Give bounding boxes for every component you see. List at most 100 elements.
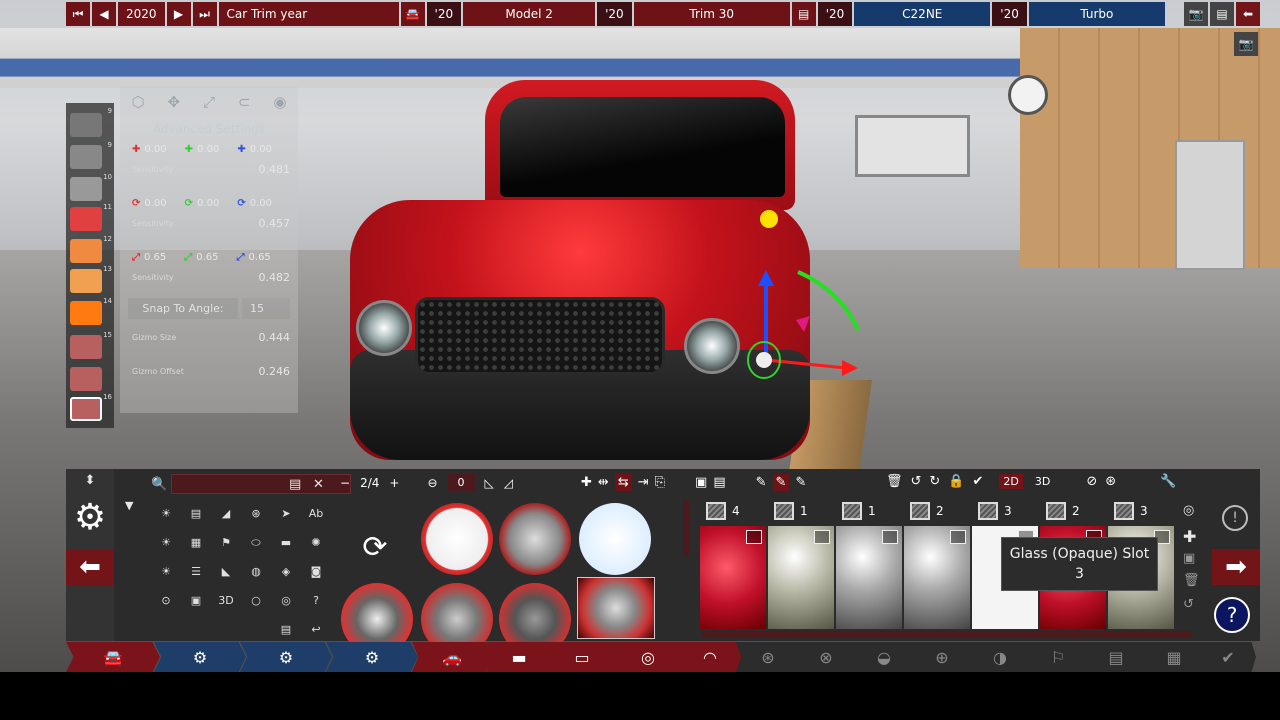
paste-icon[interactable]: ▤ xyxy=(713,475,725,490)
lamp-icon[interactable]: ◍ xyxy=(241,557,271,586)
fixture-thumb[interactable] xyxy=(70,269,102,293)
material-slot[interactable]: 1 xyxy=(770,500,834,522)
material-swatch[interactable] xyxy=(768,526,834,629)
next-page-icon[interactable]: + xyxy=(389,476,399,490)
light-link-icon[interactable]: ⊙ xyxy=(151,586,181,615)
save-slot-icon[interactable]: ▣ xyxy=(1183,551,1195,566)
burst-icon[interactable]: ✺ xyxy=(301,528,331,557)
shape-curve-icon[interactable]: ◺ xyxy=(485,476,494,490)
model-name[interactable]: Model 2 xyxy=(463,2,596,26)
settings-gear-icon[interactable]: ⚙ xyxy=(66,493,114,541)
move-z-value[interactable]: 0.00 xyxy=(250,144,272,155)
scale-x-value[interactable]: 0.65 xyxy=(144,252,166,263)
material-swatch[interactable] xyxy=(904,526,970,629)
fixture-thumb[interactable] xyxy=(70,207,102,231)
move-up-icon[interactable]: ⬍ xyxy=(66,473,114,488)
move-y-value[interactable]: 0.00 xyxy=(197,144,219,155)
offset-minus-icon[interactable]: ⊖ xyxy=(427,476,437,490)
car-model-icon[interactable]: 🚘 xyxy=(400,2,425,26)
move-cross-icon[interactable]: ✚ xyxy=(581,475,592,490)
texture-thumb[interactable] xyxy=(579,503,651,575)
fixture-thumbnail-list[interactable]: 9 9 10 11 12 13 14 15 16 xyxy=(66,103,114,428)
speaker-icon[interactable]: ◙ xyxy=(301,557,331,586)
mirror-icon[interactable]: ⇆ xyxy=(614,474,632,491)
view-2d-button[interactable]: 2D xyxy=(999,474,1023,489)
gizmo-offset-row[interactable]: Gizmo Offset 0.246 xyxy=(120,360,298,382)
headlamp-left[interactable] xyxy=(356,300,412,356)
transform-gizmo[interactable] xyxy=(740,260,880,390)
delete-slot-icon[interactable]: 🗑 xyxy=(1183,573,1200,588)
fixture-thumb[interactable] xyxy=(70,145,102,169)
align-icon[interactable]: ⇥ xyxy=(638,475,649,490)
help-icon[interactable]: ? xyxy=(1214,597,1250,633)
grid-icon[interactable]: ▦ xyxy=(181,528,211,557)
search-input[interactable] xyxy=(171,474,351,494)
material-slot[interactable]: 2 xyxy=(906,500,970,522)
bulb-icon[interactable]: ◢ xyxy=(211,499,241,528)
reset-slot-icon[interactable]: ↺ xyxy=(1183,597,1194,612)
material-slot[interactable]: 4 xyxy=(702,500,766,522)
wand-active-icon[interactable]: ✎ xyxy=(772,474,790,491)
wand-multi-icon[interactable]: ✎ xyxy=(795,475,806,490)
move-x-value[interactable]: 0.00 xyxy=(144,144,166,155)
square-icon[interactable]: ▣ xyxy=(181,586,211,615)
trash-icon[interactable]: 🗑 xyxy=(886,474,903,489)
nav-brakes-icon[interactable]: ◑ xyxy=(968,642,1032,672)
eye-icon[interactable]: ◉ xyxy=(273,93,286,111)
fixture-thumb-selected[interactable] xyxy=(70,397,102,421)
nav-gauges-icon[interactable]: ◠ xyxy=(678,642,742,672)
trim-name[interactable]: Trim 30 xyxy=(633,2,790,26)
material-slot[interactable]: 3 xyxy=(1110,500,1174,522)
screenshot-icon[interactable]: 📷 xyxy=(1234,32,1258,56)
palette-icon[interactable]: ◎ xyxy=(1183,503,1194,518)
curve-icon[interactable]: ↩ xyxy=(301,615,331,644)
undo-icon[interactable]: ↺ xyxy=(911,474,922,489)
refresh-icon[interactable]: ⟳ xyxy=(349,521,401,573)
material-slot[interactable]: 3 xyxy=(974,500,1038,522)
nav-tuning-icon[interactable]: ▦ xyxy=(1142,642,1206,672)
texture-thumb[interactable] xyxy=(421,503,493,575)
rot-z-value[interactable]: 0.00 xyxy=(250,198,272,209)
offset-value[interactable]: 0 xyxy=(447,474,475,491)
fixture-thumb[interactable] xyxy=(70,239,102,263)
wrench-icon[interactable]: 🔧 xyxy=(1160,474,1176,489)
tilt-icon[interactable]: ◣ xyxy=(211,557,241,586)
panel-icon[interactable]: ▤ xyxy=(271,615,301,644)
nav-body-icon[interactable]: 🚘 xyxy=(66,642,160,672)
target-icon[interactable]: ◎ xyxy=(271,586,301,615)
check-icon[interactable]: ✔ xyxy=(973,474,984,489)
variant-name[interactable]: Turbo xyxy=(1028,2,1165,26)
skip-back-icon[interactable]: ⏮ xyxy=(66,2,90,26)
nav-wheels-icon[interactable]: ⊛ xyxy=(736,642,800,672)
label-3d[interactable]: 3D xyxy=(211,586,241,615)
circle-icon[interactable]: ○ xyxy=(241,586,271,615)
nav-design-icon[interactable]: 🚗 xyxy=(412,642,492,672)
nav-drivetrain-icon[interactable]: ⚙ xyxy=(326,642,418,672)
fixture-thumb[interactable] xyxy=(70,301,102,325)
ring-icon[interactable]: ⊛ xyxy=(241,499,271,528)
list-icon[interactable]: ▤ xyxy=(181,499,211,528)
nav-fixtures-icon[interactable]: ▭ xyxy=(546,642,618,672)
scale-y-value[interactable]: 0.65 xyxy=(196,252,218,263)
nav-safety-icon[interactable]: ▤ xyxy=(1084,642,1148,672)
prev-page-icon[interactable]: − xyxy=(340,476,350,490)
nav-interior-icon[interactable]: ▬ xyxy=(486,642,552,672)
nav-lights-icon[interactable]: ◎ xyxy=(612,642,684,672)
engine-name[interactable]: C22NE xyxy=(854,2,991,26)
list-view-icon[interactable]: ▤ xyxy=(289,477,301,492)
scale-sensitivity-row[interactable]: Sensitivity 0.482 xyxy=(120,266,298,288)
no-entry-icon[interactable]: ⊘ xyxy=(1086,474,1097,489)
snap-to-angle-label[interactable]: Snap To Angle: xyxy=(128,297,238,319)
texture-thumb[interactable] xyxy=(499,503,571,575)
clear-search-icon[interactable]: ✕ xyxy=(313,477,324,492)
stack-icon[interactable]: ☰ xyxy=(181,557,211,586)
nav-seats-icon[interactable]: ⚐ xyxy=(1026,642,1090,672)
help-circle-icon[interactable]: ? xyxy=(301,586,331,615)
texture-thumb-selected[interactable] xyxy=(577,577,655,639)
lock-icon[interactable]: 🔒 xyxy=(948,474,964,489)
nav-finish-icon[interactable]: ✔ xyxy=(1200,642,1256,672)
scale-sensitivity-value[interactable]: 0.482 xyxy=(259,271,291,284)
nav-chassis-icon[interactable]: ⚙ xyxy=(154,642,246,672)
nav-steering-icon[interactable]: ⊕ xyxy=(910,642,974,672)
light-icon[interactable]: ☀ xyxy=(151,499,181,528)
